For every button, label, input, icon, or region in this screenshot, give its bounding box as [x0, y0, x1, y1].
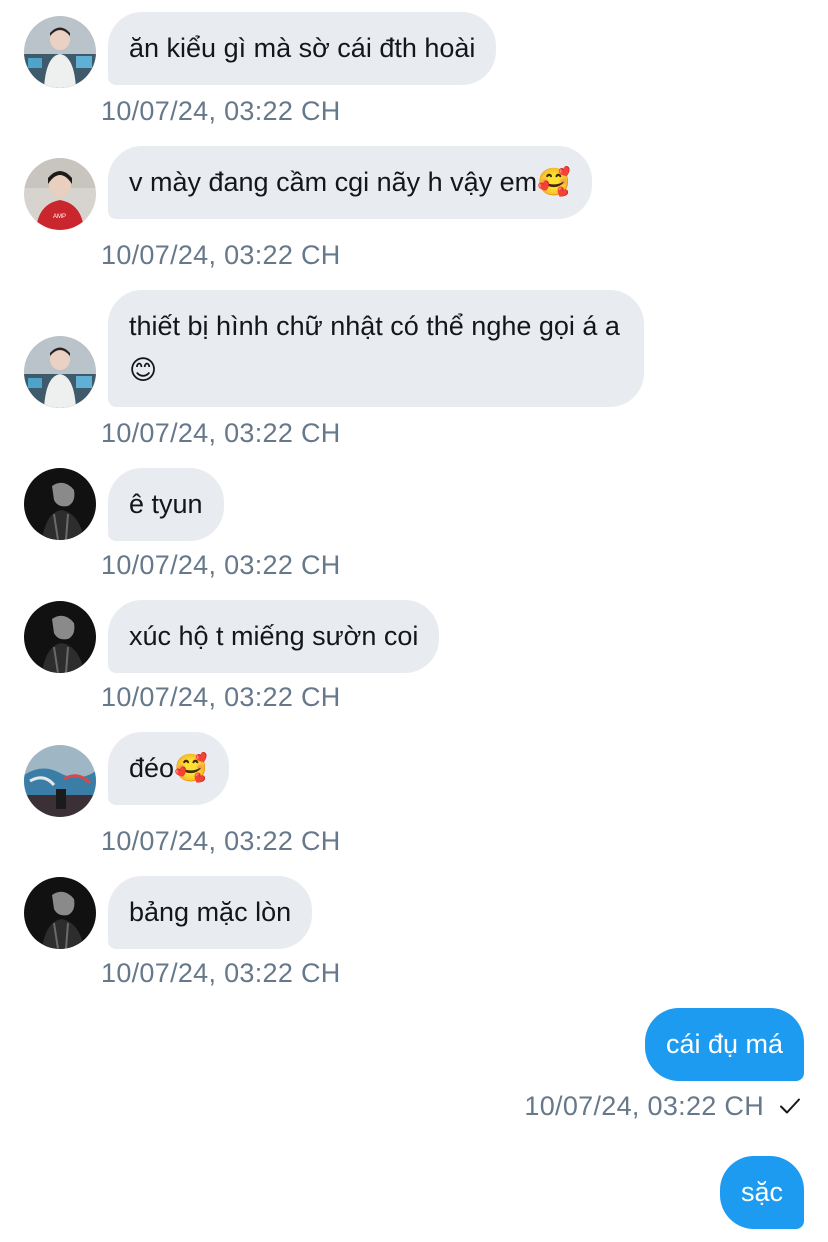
message-timestamp: 10/07/24, 03:22 CH: [101, 240, 341, 270]
message-timestamp: 10/07/24, 03:22 CH: [101, 682, 341, 712]
avatar[interactable]: [24, 16, 96, 88]
message-text: ê tyun: [129, 489, 203, 519]
message-timestamp: 10/07/24, 03:22 CH: [101, 826, 341, 856]
message-text: xúc hộ t miếng sườn coi: [129, 621, 419, 651]
message-text: thiết bị hình chữ nhật có thể nghe gọi á…: [129, 311, 620, 385]
incoming-message-bubble[interactable]: v mày đang cầm cgi nãy h vậy em🥰: [108, 146, 592, 219]
avatar[interactable]: [24, 601, 96, 673]
avatar-user-b-image: AMP: [24, 158, 96, 230]
message-timestamp: 10/07/24, 03:22 CH: [101, 418, 341, 448]
message-timestamp: 10/07/24, 03:22 CH: [101, 550, 341, 580]
message-text: ăn kiểu gì mà sờ cái đth hoài: [129, 33, 476, 63]
avatar[interactable]: AMP: [24, 158, 96, 230]
outgoing-message-bubble[interactable]: sặc: [719, 1156, 804, 1229]
message-text: cái đụ má: [665, 1029, 783, 1059]
message-text: sặc: [740, 1177, 783, 1207]
message-text: đéo🥰: [129, 753, 208, 783]
incoming-message-bubble[interactable]: ê tyun: [108, 468, 224, 541]
message-timestamp: 10/07/24, 03:22 CH: [101, 958, 341, 988]
avatar[interactable]: [24, 745, 96, 817]
avatar-user-a-image: [24, 16, 96, 88]
avatar-user-c-image: [24, 601, 96, 673]
message-text: v mày đang cầm cgi nãy h vậy em🥰: [129, 167, 571, 197]
message-text: bảng mặc lòn: [129, 897, 292, 927]
avatar-user-c-image: [24, 877, 96, 949]
outgoing-message-bubble[interactable]: cái đụ má: [644, 1008, 804, 1081]
incoming-message-bubble[interactable]: bảng mặc lòn: [108, 876, 313, 949]
incoming-message-bubble[interactable]: xúc hộ t miếng sườn coi: [108, 600, 440, 673]
avatar-user-d-image: [24, 745, 96, 817]
incoming-message-bubble[interactable]: đéo🥰: [108, 732, 229, 805]
message-timestamp: 10/07/24, 03:22 CH: [101, 96, 341, 126]
checkmark-icon: [780, 1098, 800, 1114]
avatar[interactable]: [24, 877, 96, 949]
avatar[interactable]: [24, 336, 96, 408]
message-thread: ăn kiểu gì mà sờ cái đth hoài 10/07/24, …: [0, 0, 828, 1242]
message-timestamp: 10/07/24, 03:22 CH: [524, 1091, 764, 1121]
avatar-user-a-image: [24, 336, 96, 408]
svg-text:AMP: AMP: [53, 214, 66, 220]
incoming-message-bubble[interactable]: ăn kiểu gì mà sờ cái đth hoài: [108, 12, 497, 85]
avatar[interactable]: [24, 468, 96, 540]
incoming-message-bubble[interactable]: thiết bị hình chữ nhật có thể nghe gọi á…: [108, 290, 644, 407]
avatar-user-c-image: [24, 468, 96, 540]
